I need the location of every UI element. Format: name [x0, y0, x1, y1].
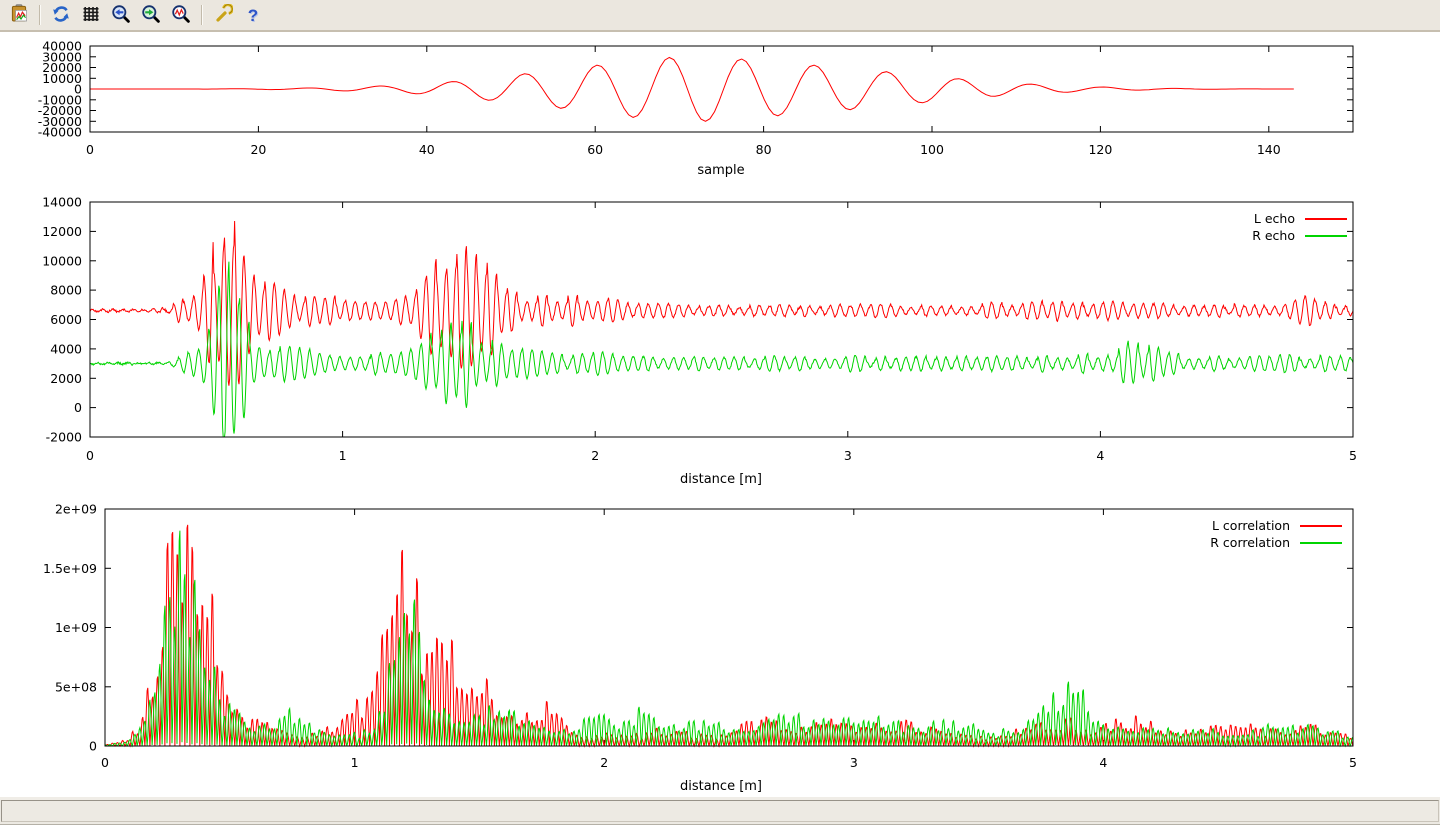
echo-chart: 0 1 2 3 4 5 -2000 0 2000 4000 6000 8000 10000 12000 14… [0, 185, 1440, 500]
svg-text:-2000: -2000 [46, 430, 82, 445]
svg-text:8000: 8000 [50, 283, 82, 298]
svg-text:12000: 12000 [42, 224, 82, 239]
apply-zoom-icon [171, 4, 191, 27]
zoom-previous-button[interactable] [108, 2, 134, 28]
svg-text:0: 0 [86, 142, 94, 157]
legend-entry: R correlation [1210, 534, 1342, 551]
svg-text:0: 0 [74, 400, 82, 415]
svg-text:3: 3 [850, 755, 858, 770]
legend-label: R echo [1252, 228, 1295, 243]
legend-line-sample [1305, 235, 1347, 237]
svg-text:5e+08: 5e+08 [55, 679, 97, 694]
legend-label: L echo [1254, 211, 1295, 226]
zoom-next-icon [141, 4, 161, 27]
zoom-previous-icon [111, 4, 131, 27]
status-bar [0, 800, 1440, 825]
wrench-icon [213, 4, 233, 27]
echo-plot-area[interactable]: 0 1 2 3 4 5 -2000 0 2000 4000 6000 8000 10000 12000 14… [0, 185, 1440, 500]
svg-text:5: 5 [1349, 755, 1357, 770]
svg-text:2: 2 [591, 448, 599, 463]
svg-text:1.5e+09: 1.5e+09 [43, 561, 97, 576]
svg-text:0: 0 [86, 448, 94, 463]
status-field [1, 800, 1439, 822]
svg-text:4: 4 [1099, 755, 1107, 770]
copy-plot-icon [9, 4, 29, 27]
legend-entry: L echo [1252, 210, 1347, 227]
svg-text:3: 3 [844, 448, 852, 463]
legend-line-sample [1300, 525, 1342, 527]
svg-text:10000: 10000 [42, 253, 82, 268]
correlation-chart: 0 1 2 3 4 5 0 5e+08 1e+09 1.5e+09 2e+09 L correlat… [0, 500, 1440, 797]
svg-text:4000: 4000 [50, 341, 82, 356]
correlation-legend: L correlation R correlation [1210, 517, 1342, 551]
configure-button[interactable] [210, 2, 236, 28]
legend-label: L correlation [1212, 518, 1290, 533]
svg-text:2000: 2000 [50, 371, 82, 386]
grid-icon [81, 4, 101, 27]
svg-text:40: 40 [419, 142, 435, 157]
replot-icon [51, 4, 71, 27]
svg-text:1: 1 [339, 448, 347, 463]
replot-button[interactable] [48, 2, 74, 28]
svg-text:140: 140 [1257, 142, 1281, 157]
legend-entry: L correlation [1210, 517, 1342, 534]
pulse-chart: 020406080100120140-40000-30000-20000-100… [0, 32, 1440, 185]
svg-text:80: 80 [756, 142, 772, 157]
legend-label: R correlation [1210, 535, 1290, 550]
svg-text:5: 5 [1349, 448, 1357, 463]
legend-line-sample [1300, 542, 1342, 544]
svg-text:1e+09: 1e+09 [55, 620, 97, 635]
echo-legend: L echo R echo [1252, 210, 1347, 244]
svg-text:6000: 6000 [50, 312, 82, 327]
gnuplot-window: ? 020406080100120140-40000-30000-20000-1… [0, 0, 1440, 825]
x-axis-label: distance [m] [680, 779, 762, 794]
svg-text:100: 100 [920, 142, 944, 157]
svg-text:1: 1 [351, 755, 359, 770]
svg-text:14000: 14000 [42, 195, 82, 210]
svg-text:0: 0 [89, 739, 97, 754]
svg-text:120: 120 [1088, 142, 1112, 157]
svg-text:2: 2 [600, 755, 608, 770]
x-axis-label: sample [697, 163, 744, 178]
plot-canvas: 020406080100120140-40000-30000-20000-100… [0, 32, 1440, 797]
svg-text:40000: 40000 [42, 39, 82, 54]
apply-zoom-button[interactable] [168, 2, 194, 28]
svg-text:0: 0 [101, 755, 109, 770]
zoom-next-button[interactable] [138, 2, 164, 28]
toggle-grid-button[interactable] [78, 2, 104, 28]
x-axis-label: distance [m] [680, 472, 762, 487]
svg-text:60: 60 [587, 142, 603, 157]
copy-plot-to-clipboard-button[interactable] [6, 2, 32, 28]
svg-text:20: 20 [250, 142, 266, 157]
toolbar-separator [39, 5, 41, 25]
toolbar: ? [0, 0, 1440, 32]
legend-entry: R echo [1252, 227, 1347, 244]
help-button[interactable]: ? [240, 2, 266, 28]
help-icon: ? [248, 7, 258, 24]
svg-text:2e+09: 2e+09 [55, 502, 97, 517]
legend-line-sample [1305, 218, 1347, 220]
svg-text:4: 4 [1096, 448, 1104, 463]
toolbar-separator [201, 5, 203, 25]
